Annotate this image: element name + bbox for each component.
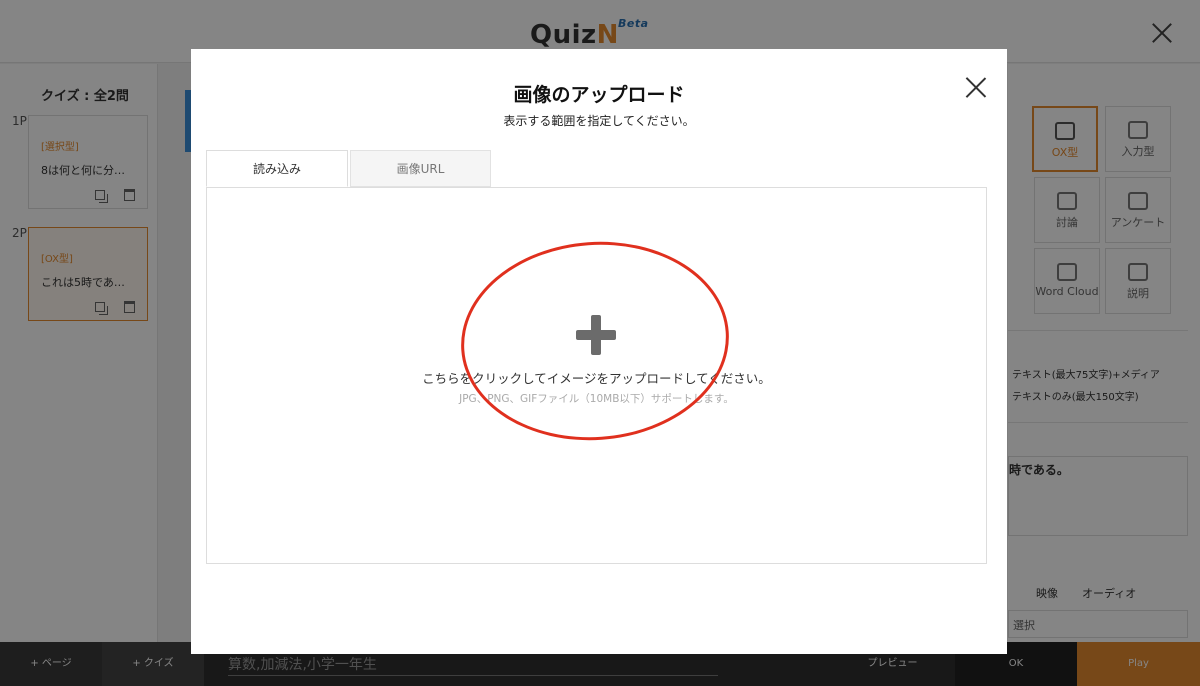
image-upload-modal: 画像のアップロード 表示する範囲を指定してください。 読み込み 画像URL こち… [191,49,1007,654]
modal-subtitle: 表示する範囲を指定してください。 [503,114,695,128]
modal-title: 画像のアップロード [513,84,685,106]
upload-message: こちらをクリックしてイメージをアップロードしてください。 [422,371,771,386]
tab-image-url[interactable]: 画像URL [350,150,491,187]
plus-icon[interactable] [576,315,616,355]
close-icon[interactable] [965,77,987,99]
upload-dropzone[interactable]: こちらをクリックしてイメージをアップロードしてください。 JPG、PNG、GIF… [206,187,987,564]
tab-upload[interactable]: 読み込み [206,150,348,187]
upload-hint: JPG、PNG、GIFファイル（10MB以下）サポートします。 [459,393,734,405]
